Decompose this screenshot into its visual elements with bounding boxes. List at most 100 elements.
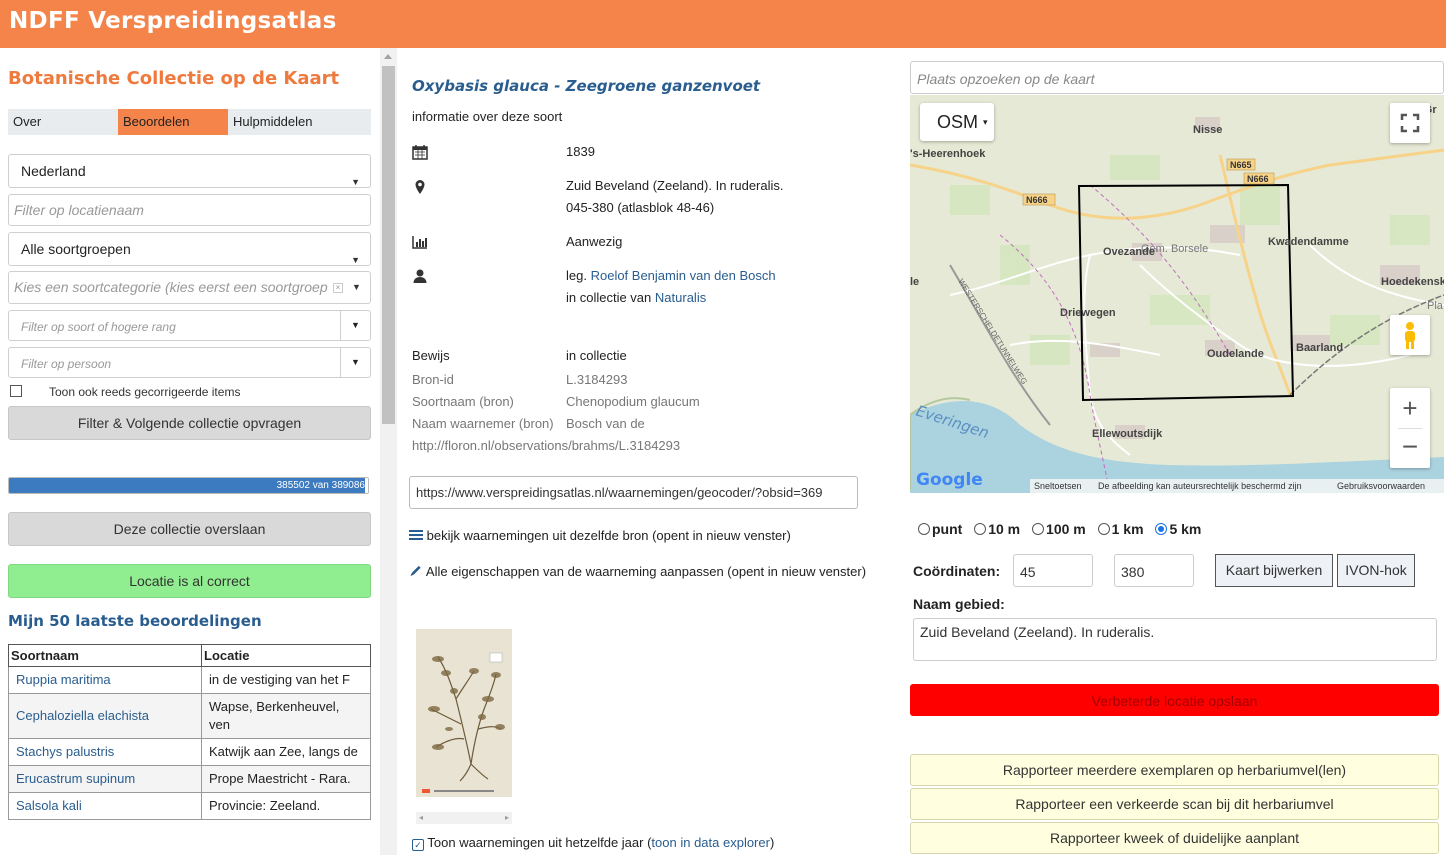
higher-rank-filter[interactable]: Filter op soort of hogere rang ▼ [8, 310, 371, 341]
species-link[interactable]: Salsola kali [8, 792, 202, 820]
terms-link[interactable]: Gebruiksvoorwaarden [1337, 479, 1425, 493]
table-row: Cephaloziella elachista Wapse, Berkenheu… [8, 693, 371, 739]
coord-x-input[interactable]: 45 [1013, 554, 1093, 587]
radio-button-selected[interactable] [1155, 523, 1168, 535]
scroll-left-icon[interactable]: ◂ [419, 813, 423, 822]
keyboard-shortcuts-link[interactable]: Sneltoetsen [1034, 479, 1082, 493]
collector-link[interactable]: Roelof Benjamin van den Bosch [591, 268, 776, 283]
observation-details: Oxybasis glauca - Zeegroene ganzenvoet i… [400, 48, 905, 855]
map-view[interactable]: Nisse 's-Heerenhoek Gem. Borsele Ovezand… [910, 95, 1444, 493]
collector-line: leg. Roelof Benjamin van den Bosch [566, 265, 776, 287]
fullscreen-button[interactable] [1390, 103, 1430, 143]
location-cell: Provincie: Zeeland. [201, 792, 371, 820]
radio-button[interactable] [1097, 523, 1110, 535]
map-label: Baarland [1296, 342, 1343, 354]
same-year-row: ✓ Toon waarnemingen uit hetzelfde jaar (… [412, 832, 774, 854]
same-source-link-label: bekijk waarnemingen uit dezelfde bron (o… [426, 528, 791, 543]
coord-y-input[interactable]: 380 [1114, 554, 1194, 587]
basemap-selector[interactable]: OSM ▾ [920, 103, 994, 141]
show-corrected-checkbox[interactable] [10, 385, 22, 397]
radio-button[interactable] [1032, 523, 1045, 535]
tab-over[interactable]: Over [8, 109, 118, 135]
person-filter[interactable]: Filter op persoon ▼ [8, 347, 371, 378]
report-cultivated-button[interactable]: Rapporteer kweek of duidelijke aanplant [910, 822, 1439, 854]
herbarium-sheet-image[interactable] [416, 629, 512, 797]
precision-option-5km[interactable]: 5 km [1155, 521, 1201, 537]
scroll-right-icon[interactable]: ▸ [505, 813, 509, 822]
species-group-select[interactable]: Alle soortgroepen ▼ [8, 232, 371, 266]
tab-bar: Over Beoordelen Hulpmiddelen [8, 109, 371, 135]
chevron-down-icon: ▾ [983, 117, 988, 127]
map-label: Nisse [1193, 124, 1222, 136]
geocoder-url-field[interactable]: https://www.verspreidingsatlas.nl/waarne… [409, 476, 858, 509]
calendar-icon [412, 145, 428, 160]
country-select[interactable]: Nederland ▼ [8, 154, 371, 188]
pencil-icon [410, 565, 421, 577]
copyright-notice[interactable]: De afbeelding kan auteursrechtelijk besc… [1098, 479, 1302, 493]
area-name-input[interactable]: Zuid Beveland (Zeeland). In ruderalis. [913, 618, 1437, 661]
same-year-checkbox[interactable]: ✓ [412, 839, 424, 851]
fullscreen-icon [1400, 113, 1420, 133]
street-view-button[interactable] [1390, 315, 1430, 355]
species-info-link[interactable]: informatie over deze soort [412, 106, 562, 128]
chevron-down-icon[interactable]: ▼ [340, 311, 370, 340]
filter-next-button[interactable]: Filter & Volgende collectie opvragen [8, 406, 371, 440]
species-category-placeholder: Kies een soortcategorie (kies eerst een … [14, 279, 328, 295]
progress-text: 385502 van 389086 [276, 480, 365, 491]
precision-option-100m[interactable]: 100 m [1032, 521, 1086, 537]
precision-options: punt 10 m 100 m 1 km 5 km [918, 521, 1209, 537]
zoom-out-button[interactable]: − [1390, 428, 1430, 468]
species-link[interactable]: Stachys palustris [8, 738, 202, 766]
precision-option-10m[interactable]: 10 m [974, 521, 1020, 537]
chevron-down-icon[interactable]: ▼ [352, 282, 361, 292]
higher-rank-placeholder: Filter op soort of hogere rang [21, 320, 176, 334]
edit-properties-link[interactable]: Alle eigenschappen van de waarneming aan… [409, 561, 866, 583]
radio-button[interactable] [974, 523, 987, 535]
map-footer: Sneltoetsen De afbeelding kan auteursrec… [1030, 479, 1444, 493]
scroll-up-arrow-icon[interactable] [384, 54, 392, 59]
skip-collection-button[interactable]: Deze collectie overslaan [8, 512, 371, 546]
species-category-select[interactable]: Kies een soortcategorie (kies eerst een … [8, 271, 371, 304]
app-title[interactable]: NDFF Verspreidingsatlas [9, 8, 337, 34]
location-cell: Prope Maestricht - Rara. [201, 765, 371, 793]
country-select-value: Nederland [21, 163, 86, 179]
ivon-hok-button[interactable]: IVON-hok [1337, 554, 1415, 587]
tab-hulpmiddelen[interactable]: Hulpmiddelen [228, 109, 371, 135]
precision-option-1km[interactable]: 1 km [1097, 521, 1144, 537]
table-row: Erucastrum supinum Prope Maestricht - Ra… [8, 765, 371, 793]
radio-button[interactable] [918, 523, 930, 535]
radio-label: 5 km [1169, 521, 1202, 537]
edit-properties-link-label: Alle eigenschappen van de waarneming aan… [425, 564, 867, 579]
evidence-value: in collectie [566, 348, 627, 363]
road-label: N665 [1230, 160, 1252, 170]
data-explorer-link[interactable]: toon in data explorer [651, 835, 770, 850]
observer-name-label: Naam waarnemer (bron) [412, 416, 554, 431]
panel-heading: Botanische Collectie op de Kaart [8, 68, 340, 89]
map-search-input[interactable]: Plaats opzoeken op de kaart [910, 61, 1444, 94]
precision-option-punt[interactable]: punt [918, 521, 962, 537]
save-location-button[interactable]: Verbeterde locatie opslaan [910, 684, 1439, 716]
species-link[interactable]: Ruppia maritima [8, 666, 202, 694]
chevron-down-icon[interactable]: ▼ [340, 348, 370, 377]
species-link[interactable]: Cephaloziella elachista [8, 693, 202, 739]
leg-prefix: leg. [566, 268, 587, 283]
location-correct-button[interactable]: Locatie is al correct [8, 564, 371, 598]
zoom-in-button[interactable]: + [1390, 388, 1430, 428]
tab-beoordelen[interactable]: Beoordelen [118, 109, 228, 135]
road-label: N666 [1026, 195, 1048, 205]
map-label: Driewegen [1060, 307, 1116, 319]
species-link[interactable]: Erucastrum supinum [8, 765, 202, 793]
species-group-value: Alle soortgroepen [21, 241, 131, 257]
image-scrollbar[interactable]: ◂ ▸ [416, 812, 512, 824]
radio-label: 1 km [1111, 521, 1144, 537]
same-source-link[interactable]: bekijk waarnemingen uit dezelfde bron (o… [409, 525, 791, 547]
location-filter-input[interactable]: Filter op locatienaam [8, 194, 371, 226]
report-wrong-scan-button[interactable]: Rapporteer een verkeerde scan bij dit he… [910, 788, 1439, 820]
google-logo: Google [916, 470, 983, 490]
update-map-button[interactable]: Kaart bijwerken [1215, 554, 1333, 587]
scrollbar-thumb[interactable] [382, 66, 395, 424]
collection-link[interactable]: Naturalis [655, 290, 706, 305]
report-multiple-button[interactable]: Rapporteer meerdere exemplaren op herbar… [910, 754, 1439, 786]
left-panel-scrollbar[interactable] [380, 48, 397, 855]
clear-icon[interactable]: × [333, 283, 343, 293]
